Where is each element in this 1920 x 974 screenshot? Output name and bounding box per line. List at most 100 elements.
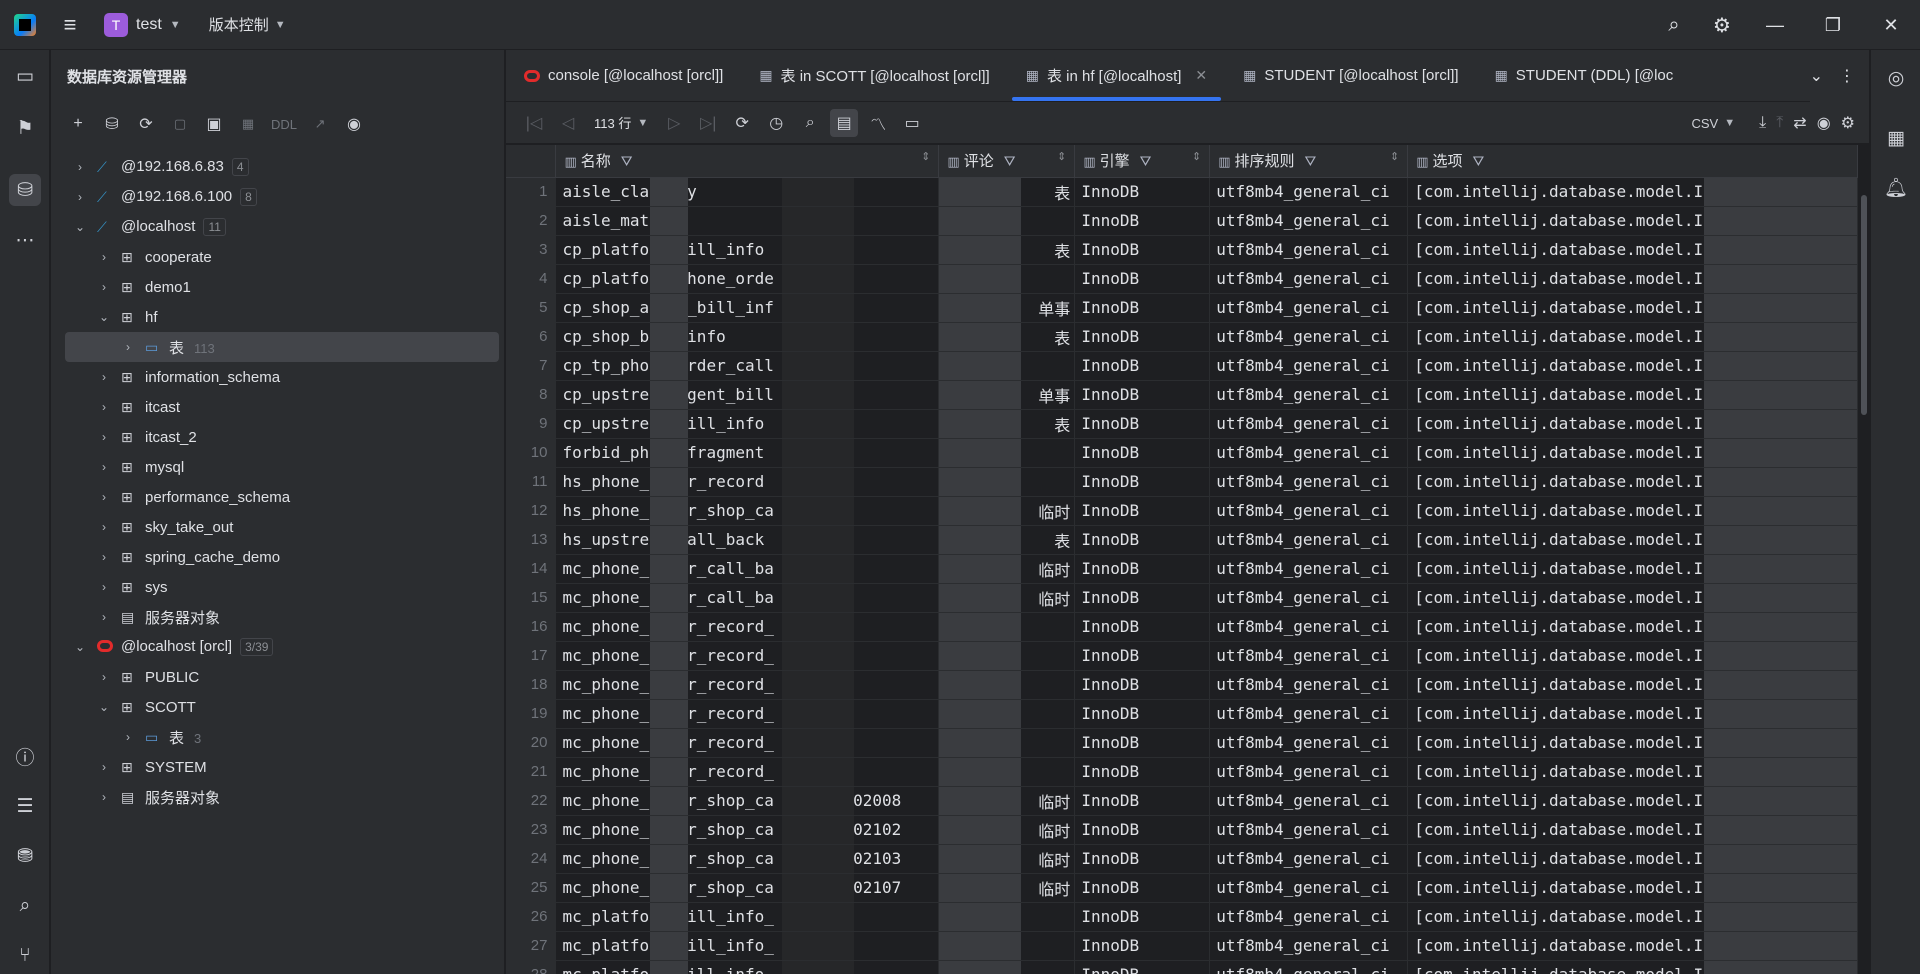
table-row[interactable]: 3 cp_platfo ill_info 表 InnoDB utf8mb4_general… bbox=[506, 235, 1858, 265]
more-tools-icon[interactable]: ⋯ bbox=[9, 224, 41, 256]
tree-item[interactable]: › ⊞ sky_take_out bbox=[51, 512, 505, 542]
chevron-right-icon[interactable]: › bbox=[97, 490, 111, 504]
cell-name[interactable]: mc_phone_ r_record_ bbox=[555, 612, 940, 642]
cell-engine[interactable]: InnoDB bbox=[1074, 786, 1211, 816]
tree-item[interactable]: › ⊞ performance_schema bbox=[51, 482, 505, 512]
chevron-down-icon[interactable]: ⌄ bbox=[97, 310, 111, 324]
cell-name[interactable]: cp_platfo ill_info bbox=[555, 235, 940, 265]
table-row[interactable]: 4cp_platfohone_ordedInnoDButf8mb4_genera… bbox=[506, 264, 1858, 294]
cell-engine[interactable]: InnoDB bbox=[1074, 873, 1211, 903]
cell-engine[interactable]: InnoDB bbox=[1074, 438, 1211, 468]
cell-comment[interactable]: 临时 bbox=[938, 496, 1076, 526]
cell-name[interactable]: mc_phone_ r_record_ bbox=[555, 757, 940, 787]
chevron-down-icon[interactable]: ⌄ bbox=[97, 700, 111, 714]
search-icon[interactable]: ⌕ bbox=[1650, 0, 1698, 50]
compare-icon[interactable]: ⇄ bbox=[1793, 113, 1806, 133]
search-icon[interactable]: ⌕ bbox=[796, 109, 824, 137]
scrollbar-thumb[interactable] bbox=[1861, 195, 1867, 415]
cell-name[interactable]: forbid_ph fragment bbox=[555, 438, 940, 468]
filter-icon[interactable]: ⛛ bbox=[1140, 153, 1152, 169]
cell-name[interactable]: mc_phone_r_call_ba07 bbox=[555, 583, 940, 613]
problems-icon[interactable]: ⓘ bbox=[9, 740, 41, 772]
last-page-icon[interactable]: ▷| bbox=[694, 109, 722, 137]
cell-engine[interactable]: InnoDB bbox=[1074, 264, 1211, 294]
cell-comment[interactable] bbox=[938, 960, 1076, 974]
grid-view-icon[interactable]: ▤ bbox=[830, 108, 859, 137]
close-window-button[interactable]: ✕ bbox=[1862, 0, 1920, 50]
cell-engine[interactable]: InnoDB bbox=[1074, 235, 1211, 265]
cell-options[interactable]: [com.intellij.database.model.I bbox=[1407, 583, 1858, 613]
view-eye-icon[interactable]: ◉ bbox=[1817, 113, 1831, 133]
cell-engine[interactable]: InnoDB bbox=[1074, 525, 1211, 555]
cell-options[interactable]: [com.intellij.database.model.I bbox=[1407, 931, 1858, 961]
cell-collation[interactable]: utf8mb4_general_ci bbox=[1209, 612, 1409, 642]
data-source-properties-icon[interactable]: ⛁ bbox=[97, 110, 127, 138]
cell-options[interactable]: [com.intellij.database.model.I bbox=[1407, 757, 1858, 787]
structure-list-icon[interactable]: ☰ bbox=[9, 790, 41, 822]
column-header-engine[interactable]: ▥ 引擎 ⛛ ⇕ bbox=[1074, 145, 1211, 178]
chevron-down-icon[interactable]: ⌄ bbox=[73, 640, 87, 654]
column-header-collation[interactable]: ▥ 排序规则 ⛛ ⇕ bbox=[1209, 145, 1409, 178]
table-row[interactable]: 9 cp_upstre ill_info 表 InnoDB utf8mb4_general… bbox=[506, 409, 1858, 439]
cell-collation[interactable]: utf8mb4_general_ci bbox=[1209, 380, 1409, 410]
cell-collation[interactable]: utf8mb4_general_ci bbox=[1209, 467, 1409, 497]
cell-collation[interactable]: utf8mb4_general_ci bbox=[1209, 786, 1409, 816]
cell-comment[interactable]: 表 bbox=[938, 409, 1076, 439]
chevron-right-icon[interactable]: › bbox=[97, 580, 111, 594]
cell-collation[interactable]: utf8mb4_general_ci bbox=[1209, 670, 1409, 700]
cell-name[interactable]: mc_phone_ r_shop_ca _202008 bbox=[555, 786, 940, 816]
cell-comment[interactable] bbox=[938, 351, 1076, 381]
table-row[interactable]: 5 cp_shop_a _bill_inf 单事 InnoDB utf8mb4_gener… bbox=[506, 293, 1858, 323]
vertical-scrollbar[interactable] bbox=[1859, 145, 1869, 974]
cell-name[interactable]: mc_phone_r_call_ba06 bbox=[555, 554, 940, 584]
cell-comment[interactable]: 单事 bbox=[938, 293, 1076, 323]
cell-comment[interactable] bbox=[938, 641, 1076, 671]
cell-name[interactable]: mc_platfo ill_info bbox=[555, 960, 940, 974]
table-row[interactable]: 1 aisle_cla y 表 InnoDB utf8mb4_general_ci [com… bbox=[506, 177, 1858, 207]
tree-item[interactable]: ⌄ ⊞ SCOTT bbox=[51, 692, 505, 722]
cell-engine[interactable]: InnoDB bbox=[1074, 815, 1211, 845]
cell-collation[interactable]: utf8mb4_general_ci bbox=[1209, 293, 1409, 323]
cell-comment[interactable]: 临时 bbox=[938, 815, 1076, 845]
column-header-name[interactable]: ▥ 名称 ⛛ ⇕ bbox=[555, 145, 940, 178]
cell-options[interactable]: [com.intellij.database.model.I bbox=[1407, 728, 1858, 758]
notifications-bell-icon[interactable]: 🔔︎ bbox=[1880, 172, 1912, 204]
cell-name[interactable]: mc_phone_ r_shop_ca _202103 bbox=[555, 844, 940, 874]
table-row[interactable]: 19 mc_phone_ r_record_ InnoDB utf8mb4_genera… bbox=[506, 699, 1858, 729]
vcs-menu[interactable]: 版本控制 ▼ bbox=[209, 14, 286, 35]
tree-item[interactable]: › ▭ 表 3 bbox=[51, 722, 505, 752]
table-row[interactable]: 18 mc_phone_ r_record_ InnoDB utf8mb4_genera… bbox=[506, 670, 1858, 700]
cell-options[interactable]: [com.intellij.database.model.I bbox=[1407, 525, 1858, 555]
cell-name[interactable]: mc_phone_ r_record_ bbox=[555, 641, 940, 671]
cell-engine[interactable]: InnoDB bbox=[1074, 554, 1211, 584]
cell-options[interactable]: [com.intellij.database.model.I bbox=[1407, 409, 1858, 439]
next-page-icon[interactable]: ▷ bbox=[660, 109, 688, 137]
refresh-icon[interactable]: ⟳ bbox=[131, 110, 161, 138]
cell-name[interactable]: mc_phone_ r_shop_ca _202102 bbox=[555, 815, 940, 845]
cell-collation[interactable]: utf8mb4_general_ci bbox=[1209, 351, 1409, 381]
cell-collation[interactable]: utf8mb4_general_ci bbox=[1209, 641, 1409, 671]
cell-options[interactable]: [com.intellij.database.model.I bbox=[1407, 844, 1858, 874]
cell-options[interactable]: [com.intellij.database.model.I bbox=[1407, 177, 1858, 207]
cell-comment[interactable] bbox=[938, 264, 1076, 294]
cell-name[interactable]: aisle_cla y bbox=[555, 177, 940, 207]
chevron-right-icon[interactable]: › bbox=[97, 760, 111, 774]
cell-comment[interactable] bbox=[938, 757, 1076, 787]
cell-options[interactable]: [com.intellij.database.model.I bbox=[1407, 264, 1858, 294]
find-icon[interactable]: ⌕ bbox=[9, 890, 41, 922]
cell-collation[interactable]: utf8mb4_general_ci bbox=[1209, 438, 1409, 468]
cell-collation[interactable]: utf8mb4_general_ci bbox=[1209, 728, 1409, 758]
plugins-icon[interactable]: ▦ bbox=[1880, 122, 1912, 154]
cell-name[interactable]: cp_platfohone_orded bbox=[555, 264, 940, 294]
cell-comment[interactable] bbox=[938, 699, 1076, 729]
cell-engine[interactable]: InnoDB bbox=[1074, 409, 1211, 439]
table-row[interactable]: 25 mc_phone_ r_shop_ca _202107 临时 InnoDB utf8m… bbox=[506, 873, 1858, 903]
cell-comment[interactable]: 表 bbox=[938, 177, 1076, 207]
cell-name[interactable]: cp_upstre ill_info bbox=[555, 409, 940, 439]
close-tab-icon[interactable]: ✕ bbox=[1195, 67, 1207, 84]
cell-engine[interactable]: InnoDB bbox=[1074, 699, 1211, 729]
cell-engine[interactable]: InnoDB bbox=[1074, 496, 1211, 526]
chevron-right-icon[interactable]: › bbox=[97, 370, 111, 384]
tree-item[interactable]: ⌄ @localhost [orcl] 3/39 bbox=[51, 632, 505, 662]
chevron-right-icon[interactable]: › bbox=[97, 400, 111, 414]
